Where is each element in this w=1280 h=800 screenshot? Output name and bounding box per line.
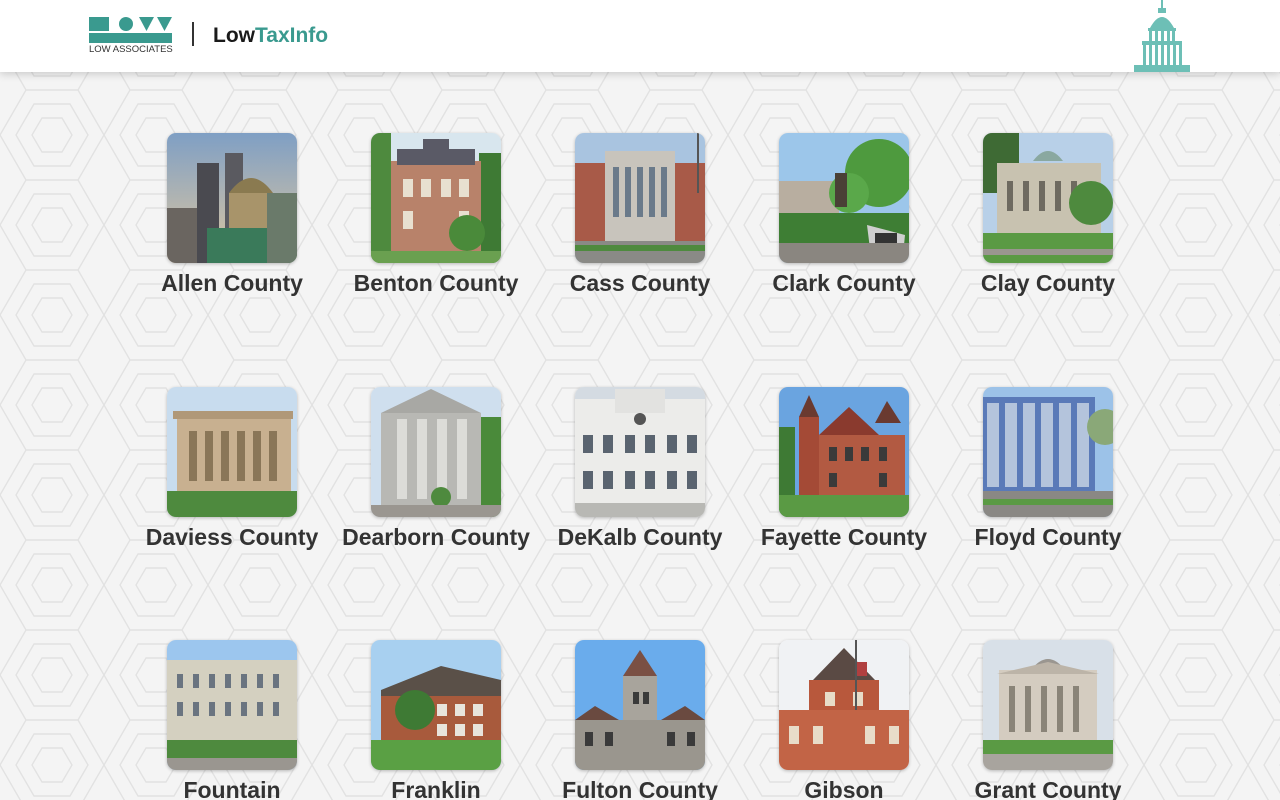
capitol-dome-icon [1134,0,1190,72]
county-photo[interactable] [983,640,1113,770]
county-name[interactable]: Gibson [742,776,946,800]
county-name[interactable]: DeKalb County [538,523,742,552]
county-grid: Allen County Benton County Cass County C… [0,0,1280,800]
county-name[interactable]: Daviess County [130,523,334,552]
county-photo[interactable] [371,133,501,263]
county-photo[interactable] [371,640,501,770]
county-name[interactable]: Cass County [538,269,742,298]
county-name[interactable]: Fulton County [538,776,742,800]
county-name[interactable]: Franklin [334,776,538,800]
county-photo[interactable] [167,133,297,263]
header-divider [192,22,194,46]
county-photo[interactable] [575,640,705,770]
county-photo[interactable] [575,133,705,263]
county-photo[interactable] [779,387,909,517]
brand-name[interactable]: LowTaxInfo [213,24,328,48]
county-photo[interactable] [779,133,909,263]
county-name[interactable]: Clark County [742,269,946,298]
county-photo[interactable] [779,640,909,770]
county-name[interactable]: Allen County [130,269,334,298]
county-name[interactable]: Fayette County [742,523,946,552]
county-photo[interactable] [983,133,1113,263]
county-photo[interactable] [167,387,297,517]
county-name[interactable]: Floyd County [946,523,1150,552]
county-name[interactable]: Benton County [334,269,538,298]
county-name[interactable]: Grant County [946,776,1150,800]
brand-part-low: Low [213,24,255,47]
brand-part-taxinfo: TaxInfo [255,24,329,47]
county-photo[interactable] [575,387,705,517]
site-header: LOW ASSOCIATES LowTaxInfo [0,0,1280,72]
county-name[interactable]: Clay County [946,269,1150,298]
county-photo[interactable] [983,387,1113,517]
county-photo[interactable] [371,387,501,517]
county-name[interactable]: Dearborn County [334,523,538,552]
county-name[interactable]: Fountain [130,776,334,800]
county-photo[interactable] [167,640,297,770]
logo-subtitle: LOW ASSOCIATES [89,44,173,55]
